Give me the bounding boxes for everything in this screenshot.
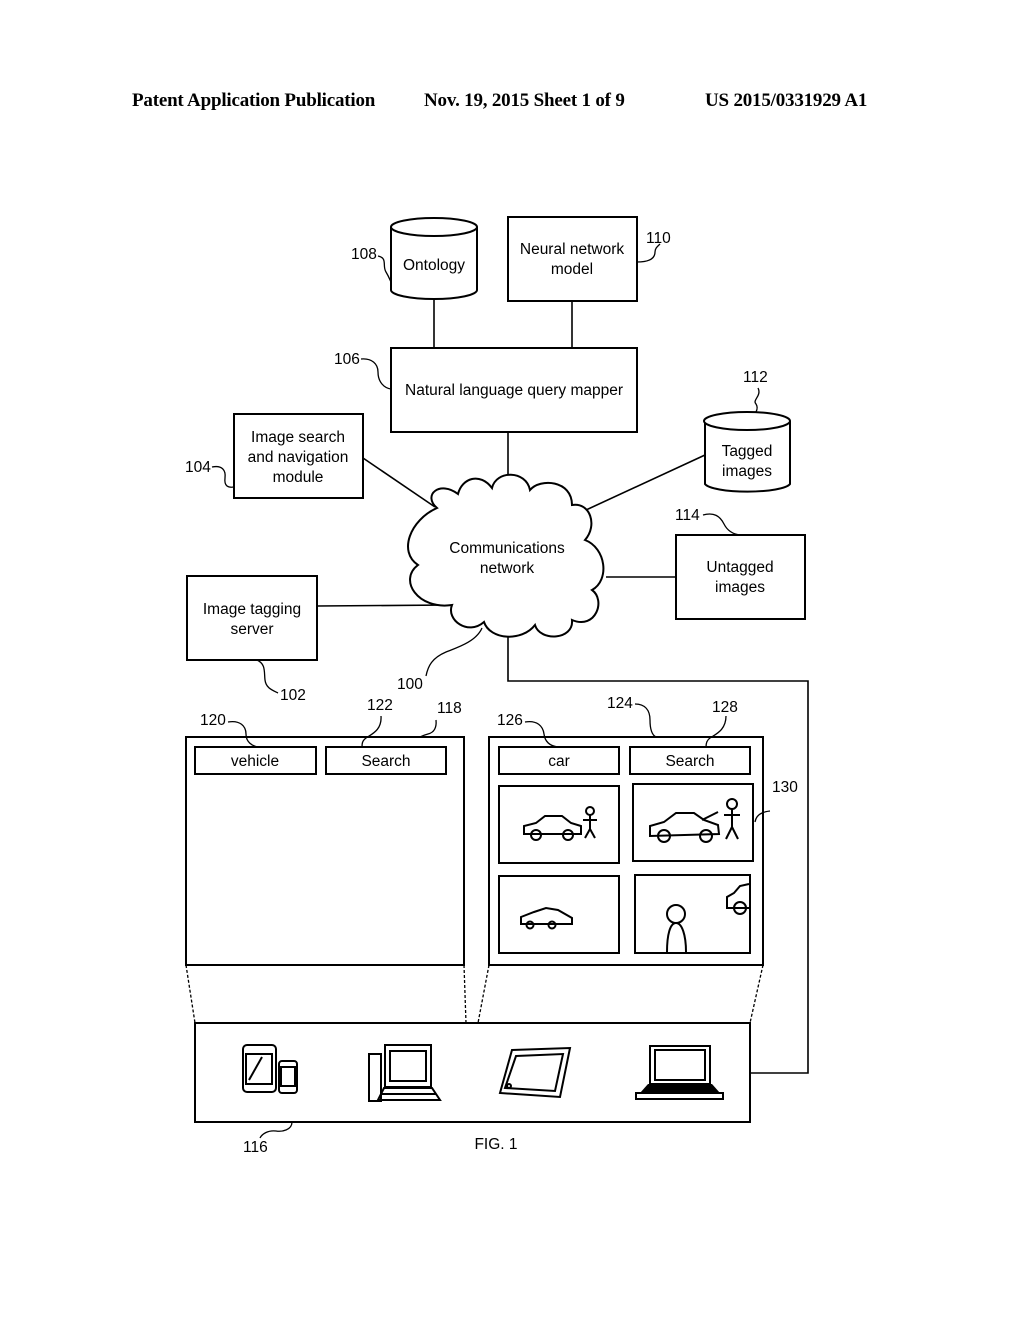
image-tagging-server-box: Image tagging server — [186, 575, 318, 661]
ref-124: 124 — [607, 695, 633, 712]
tagging-server-network-link — [316, 604, 451, 607]
ref-126: 126 — [497, 712, 523, 729]
ref-leader-100 — [425, 627, 483, 677]
ref-102: 102 — [280, 687, 306, 704]
ref-100: 100 — [397, 676, 423, 693]
query-mapper-box: Natural language query mapper — [390, 347, 638, 433]
tagging-server-label-2: server — [230, 621, 273, 638]
client-screen-left: vehicle Search — [185, 736, 465, 966]
ref-114: 114 — [675, 507, 700, 524]
ref-116: 116 — [243, 1139, 268, 1156]
ref-118: 118 — [437, 700, 462, 717]
ref-leader-106 — [360, 358, 392, 390]
ref-leader-124 — [634, 703, 657, 738]
ref-122: 122 — [367, 697, 393, 714]
query-mapper-label: Natural language query mapper — [405, 382, 623, 399]
ref-128: 128 — [712, 699, 738, 716]
ref-leader-104 — [211, 465, 235, 488]
figure-1-diagram: Ontology 108 Neural network model 110 Na… — [185, 216, 809, 1156]
ref-leader-112 — [754, 387, 760, 413]
result-thumbnail-car-hood-open[interactable] — [632, 783, 754, 862]
client-devices-box — [194, 1022, 751, 1123]
untagged-images-box: Untagged images — [675, 534, 806, 620]
ref-112: 112 — [743, 369, 768, 386]
search-module-label-2: and navigation — [248, 449, 349, 466]
ref-108: 108 — [351, 246, 377, 263]
untagged-label-2: images — [715, 579, 765, 596]
result-thumbnail-car-with-person[interactable] — [498, 785, 620, 864]
figure-caption: FIG. 1 — [474, 1136, 517, 1153]
ref-leader-102 — [256, 659, 279, 694]
image-search-module-box: Image search and navigation module — [233, 413, 364, 499]
search-button-right-label: Search — [665, 753, 714, 770]
search-module-label-3: module — [273, 469, 324, 486]
tagged-images-label-1: Tagged — [722, 443, 773, 460]
tagged-images-database: Tagged images — [703, 411, 791, 493]
search-module-label-1: Image search — [251, 429, 345, 446]
tagged-network-link — [585, 454, 706, 511]
network-label-1: Communications — [449, 540, 565, 557]
network-label-2: network — [480, 560, 535, 577]
projection-lines — [185, 964, 764, 1024]
neural-network-label-1: Neural network — [520, 241, 624, 258]
ref-104: 104 — [185, 459, 211, 476]
search-button-left-label: Search — [361, 753, 410, 770]
query-input-car-value: car — [548, 753, 570, 770]
communications-network-cloud: Communications network — [407, 473, 605, 638]
ref-leader-114 — [702, 513, 741, 536]
client-screen-right: car Search — [488, 736, 764, 966]
result-thumbnail-sports-car[interactable] — [498, 875, 620, 954]
query-input-vehicle-value: vehicle — [231, 753, 279, 770]
ref-106: 106 — [334, 351, 360, 368]
ref-leader-108 — [377, 255, 392, 283]
ref-120: 120 — [200, 712, 226, 729]
result-thumbnail-person-with-car[interactable] — [634, 874, 751, 954]
untagged-label-1: Untagged — [706, 559, 773, 576]
tagging-server-label-1: Image tagging — [203, 601, 301, 618]
ref-130: 130 — [772, 779, 798, 796]
neural-network-model-box: Neural network model — [507, 216, 638, 302]
tagged-images-label-2: images — [722, 463, 772, 480]
ref-110: 110 — [646, 230, 671, 247]
ref-leader-118 — [419, 719, 437, 738]
ontology-label: Ontology — [403, 257, 465, 274]
neural-network-label-2: model — [551, 261, 593, 278]
search-module-network-link — [362, 457, 436, 508]
ontology-database: Ontology — [390, 217, 478, 300]
ref-leader-116 — [259, 1121, 293, 1139]
